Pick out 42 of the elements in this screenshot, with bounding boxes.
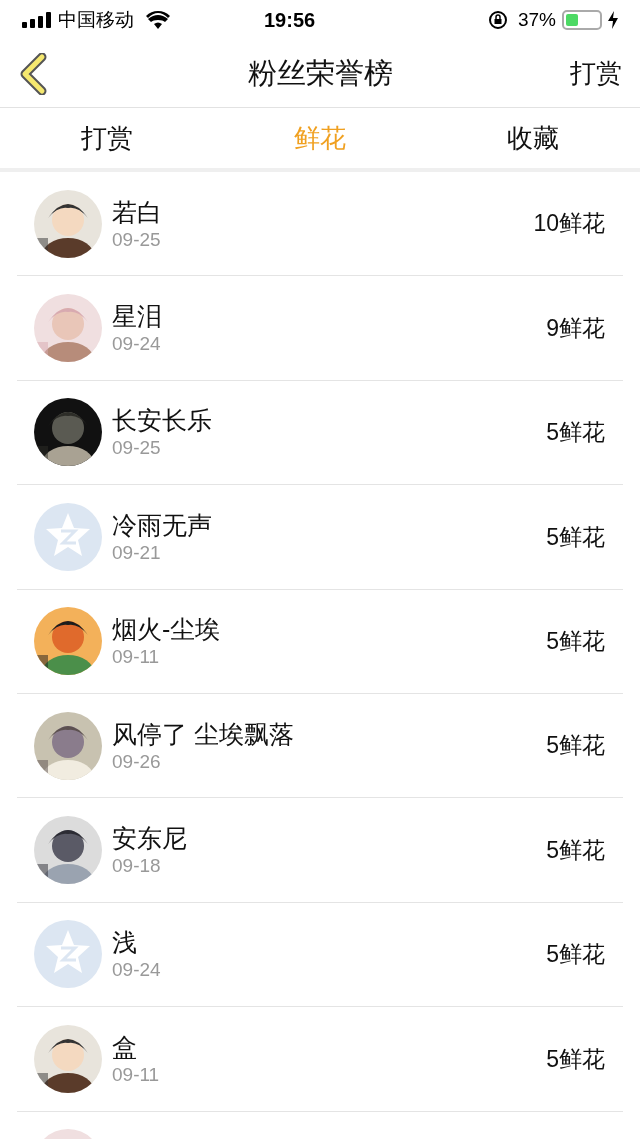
flower-count: 5鲜花 bbox=[546, 627, 605, 656]
page-title: 粉丝荣誉榜 bbox=[247, 55, 393, 91]
flower-count: 9鲜花 bbox=[546, 313, 605, 343]
date-text: 09-11 bbox=[112, 645, 161, 670]
wifi-icon bbox=[146, 11, 170, 29]
fan-name: 安东尼 bbox=[112, 823, 187, 855]
flower-count: 10鲜花 bbox=[533, 209, 605, 239]
flower-count: 5鲜花 bbox=[546, 418, 605, 448]
battery-icon bbox=[562, 10, 602, 30]
flower-count: 5鲜花 bbox=[546, 835, 605, 865]
reward-button[interactable]: 打赏 bbox=[570, 54, 622, 93]
date-text: 09-11 bbox=[112, 1062, 160, 1087]
flower-count: 5鲜花 bbox=[546, 1044, 605, 1074]
fan-name: 若白 bbox=[112, 196, 162, 228]
back-icon[interactable] bbox=[18, 52, 48, 95]
default-avatar-icon bbox=[34, 920, 102, 989]
carrier-name: 中国移动 bbox=[58, 7, 134, 32]
flower-count: 5鲜花 bbox=[546, 940, 605, 970]
battery-percent: 37% bbox=[517, 7, 556, 32]
default-avatar-icon bbox=[34, 502, 102, 571]
tab[interactable]: 收藏 bbox=[507, 118, 560, 158]
rotation-lock-icon bbox=[487, 10, 508, 30]
fan-name: 烟火-尘埃 bbox=[112, 614, 221, 646]
date-text: 09-21 bbox=[112, 540, 162, 565]
date-text: 09-25 bbox=[112, 436, 162, 461]
clock-time: 19:56 bbox=[264, 8, 316, 33]
fan-name: 风停了 尘埃飘落 bbox=[112, 718, 294, 750]
date-text: 09-25 bbox=[112, 227, 162, 252]
fan-name: 星泪 bbox=[112, 301, 162, 333]
date-text: 09-18 bbox=[112, 854, 162, 879]
date-text: 09-24 bbox=[112, 958, 161, 983]
fan-name: 冷雨无声 bbox=[112, 509, 212, 541]
signal-icon bbox=[22, 12, 52, 28]
fan-name: 长安长乐 bbox=[112, 405, 212, 437]
flower-count: 5鲜花 bbox=[546, 522, 605, 552]
date-text: 09-24 bbox=[112, 332, 162, 357]
charging-icon bbox=[608, 11, 618, 29]
tab[interactable]: 打赏 bbox=[80, 118, 133, 158]
date-text: 09-26 bbox=[112, 749, 162, 774]
flower-count: 5鲜花 bbox=[546, 731, 605, 761]
fan-name: 盒 bbox=[112, 1031, 138, 1063]
fan-name: 浅 bbox=[112, 927, 138, 959]
